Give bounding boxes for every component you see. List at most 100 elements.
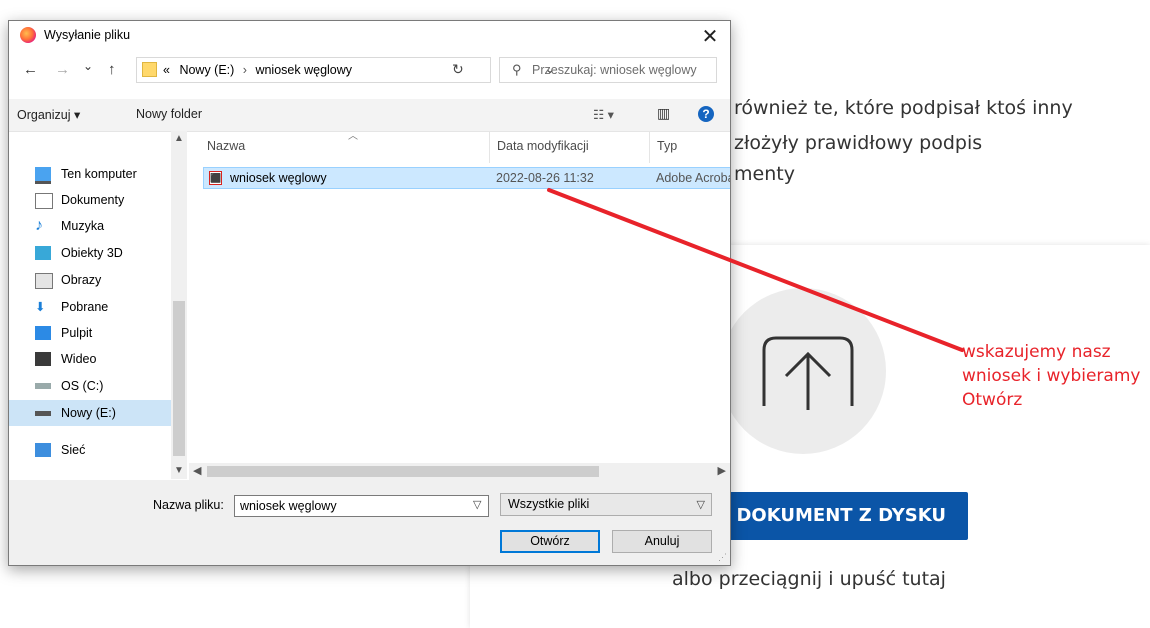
scroll-right-icon[interactable]: ▶ (718, 464, 726, 477)
tree-item-obiekty-3d[interactable]: Obiekty 3D (9, 240, 177, 266)
annotation-line-3: Otwórz (962, 390, 1023, 410)
breadcrumb-drive[interactable]: Nowy (E:) (179, 63, 234, 77)
column-divider[interactable] (649, 131, 650, 163)
tree-item-pulpit[interactable]: Pulpit (9, 320, 177, 346)
breadcrumb-separator: › (242, 63, 247, 77)
network-icon (35, 443, 51, 457)
close-button[interactable]: ✕ (698, 24, 722, 49)
search-input[interactable]: ⚲ Przeszukaj: wniosek węglowy (499, 57, 717, 83)
file-type: Adobe Acrobat (656, 171, 730, 185)
back-arrow-icon[interactable]: ← (23, 61, 38, 78)
tree-item-muzyka[interactable]: ♪ Muzyka (9, 213, 177, 239)
file-list: ︿ Nazwa Data modyfikacji Typ ⬛ wniosek w… (189, 131, 730, 481)
horizontal-scrollbar-thumb[interactable] (207, 466, 599, 477)
filename-input[interactable] (234, 495, 489, 517)
breadcrumb-folder[interactable]: wniosek węglowy (255, 63, 352, 77)
tree-item-label: Dokumenty (61, 193, 125, 207)
tree-item-label: OS (C:) (61, 379, 104, 393)
tree-item-label: Muzyka (61, 219, 105, 233)
scroll-left-icon[interactable]: ◀ (193, 464, 201, 477)
download-icon: ⬇ (35, 300, 46, 314)
tree-scrollbar-thumb[interactable] (173, 301, 185, 456)
cube-icon (35, 246, 51, 260)
file-upload-dialog: Wysyłanie pliku ✕ ← → ⌄ ↑ « Nowy (E:) › … (8, 20, 731, 566)
open-button[interactable]: Otwórz (500, 530, 600, 553)
organize-menu-button[interactable]: Organizuj ▾ (17, 107, 80, 122)
navigation-tree: Ten komputer Dokumenty ♪ Muzyka Obiekty 3D Ob… (9, 131, 187, 481)
tree-item-label: Nowy (E:) (61, 406, 116, 420)
horizontal-scrollbar[interactable]: ◀ ▶ (189, 463, 730, 480)
address-row: ← → ⌄ ↑ « Nowy (E:) › wniosek węglowy ⌄ … (9, 55, 730, 85)
tree-item-os-c[interactable]: OS (C:) (9, 373, 177, 399)
breadcrumb: « Nowy (E:) › wniosek węglowy (163, 63, 352, 77)
tree-item-label: Obiekty 3D (61, 246, 123, 260)
video-icon (35, 352, 51, 366)
command-bar: Organizuj ▾ Nowy folder ☷ ▾ ▥ ? (9, 99, 730, 132)
cancel-button[interactable]: Anuluj (612, 530, 712, 553)
dialog-titlebar: Wysyłanie pliku ✕ (9, 21, 730, 51)
documents-icon (35, 193, 53, 209)
tree-item-nowy-e[interactable]: Nowy (E:) (9, 400, 177, 426)
tree-item-label: Ten komputer (61, 167, 137, 181)
breadcrumb-overflow[interactable]: « (163, 63, 170, 77)
view-options-icon[interactable]: ☷ ▾ (593, 107, 614, 122)
tree-scroll-up-icon[interactable]: ▲ (174, 133, 184, 144)
choose-document-button[interactable]: RZ DOKUMENT Z DYSKU (690, 492, 968, 540)
tree-item-wideo[interactable]: Wideo (9, 346, 177, 372)
tree-item-label: Wideo (61, 352, 97, 366)
tree-item-label: Pulpit (61, 326, 93, 340)
refresh-icon[interactable]: ↻ (452, 61, 464, 78)
resize-grip-icon[interactable]: ⋰ (718, 552, 727, 563)
dialog-title: Wysyłanie pliku (44, 28, 131, 42)
address-bar[interactable]: « Nowy (E:) › wniosek węglowy ⌄ (136, 57, 555, 83)
forward-arrow-icon[interactable]: → (55, 61, 70, 78)
search-placeholder: Przeszukaj: wniosek węglowy (532, 63, 697, 77)
annotation-note: wskazujemy nasz wniosek i wybieramy Otwó… (962, 340, 1150, 412)
file-date: 2022-08-26 11:32 (496, 171, 594, 185)
pdf-file-icon: ⬛ (209, 171, 222, 185)
tree-item-obrazy[interactable]: Obrazy (9, 267, 177, 293)
computer-icon (35, 167, 51, 184)
column-header-type[interactable]: Typ (657, 139, 677, 153)
firefox-icon (20, 27, 36, 43)
tree-item-dokumenty[interactable]: Dokumenty (9, 187, 177, 213)
sort-ascending-icon: ︿ (348, 131, 358, 142)
column-divider[interactable] (489, 131, 490, 163)
file-row[interactable]: ⬛ wniosek węglowy 2022-08-26 11:32 Adobe… (203, 167, 730, 189)
annotation-line-1: wskazujemy nasz (962, 342, 1111, 362)
up-arrow-icon[interactable]: ↑ (108, 61, 116, 78)
drive-icon (35, 383, 51, 389)
filename-history-chevron-icon[interactable]: ▽ (473, 498, 481, 511)
tree-item-sieć[interactable]: Sieć (9, 437, 177, 463)
file-type-filter[interactable]: Wszystkie pliki ▽ (500, 493, 712, 516)
tree-item-ten-komputer[interactable]: Ten komputer (9, 161, 177, 187)
tree-item-label: Pobrane (61, 300, 109, 314)
tree-item-label: Sieć (61, 443, 86, 457)
help-icon[interactable]: ? (698, 106, 714, 122)
folder-icon (142, 62, 157, 77)
chevron-down-icon: ▽ (696, 499, 705, 511)
pictures-icon (35, 273, 53, 289)
column-header-date[interactable]: Data modyfikacji (497, 139, 589, 153)
tree-item-pobrane[interactable]: ⬇ Pobrane (9, 294, 177, 320)
new-folder-button[interactable]: Nowy folder (136, 107, 202, 121)
column-header-name[interactable]: Nazwa (207, 139, 245, 153)
recent-locations-chevron-icon[interactable]: ⌄ (83, 59, 93, 73)
preview-pane-icon[interactable]: ▥ (657, 105, 670, 122)
search-icon: ⚲ (512, 62, 522, 77)
background-text-line-1: również te, które podpisał ktoś inny (734, 97, 1073, 119)
desktop-icon (35, 326, 51, 340)
drop-zone-text: albo przeciągnij i upuść tutaj (672, 568, 946, 590)
file-name: wniosek węglowy (230, 171, 327, 185)
tree-scroll-down-icon[interactable]: ▼ (174, 465, 184, 476)
file-type-filter-value: Wszystkie pliki (508, 497, 590, 511)
tree-item-label: Obrazy (61, 273, 102, 287)
usb-drive-icon (35, 411, 51, 416)
annotation-line-2: wniosek i wybieramy (962, 366, 1141, 386)
background-text-line-2: złożyły prawidłowy podpis (734, 132, 983, 154)
filename-label: Nazwa pliku: (153, 498, 224, 512)
background-text-line-3: menty (734, 163, 795, 185)
music-icon: ♪ (35, 217, 43, 234)
dialog-footer: Nazwa pliku: ▽ Wszystkie pliki ▽ Otwórz … (9, 480, 730, 565)
upload-icon (762, 336, 854, 410)
